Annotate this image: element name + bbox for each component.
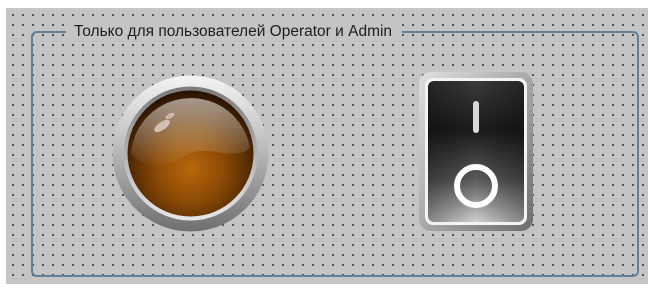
group-box-title: Только для пользователей Operator и Admi…: [66, 22, 403, 42]
rocker-switch-icon: [419, 72, 533, 231]
indicator-lamp[interactable]: [111, 74, 270, 233]
round-indicator-lamp-icon: [112, 75, 269, 232]
rocker-switch[interactable]: [418, 71, 534, 232]
